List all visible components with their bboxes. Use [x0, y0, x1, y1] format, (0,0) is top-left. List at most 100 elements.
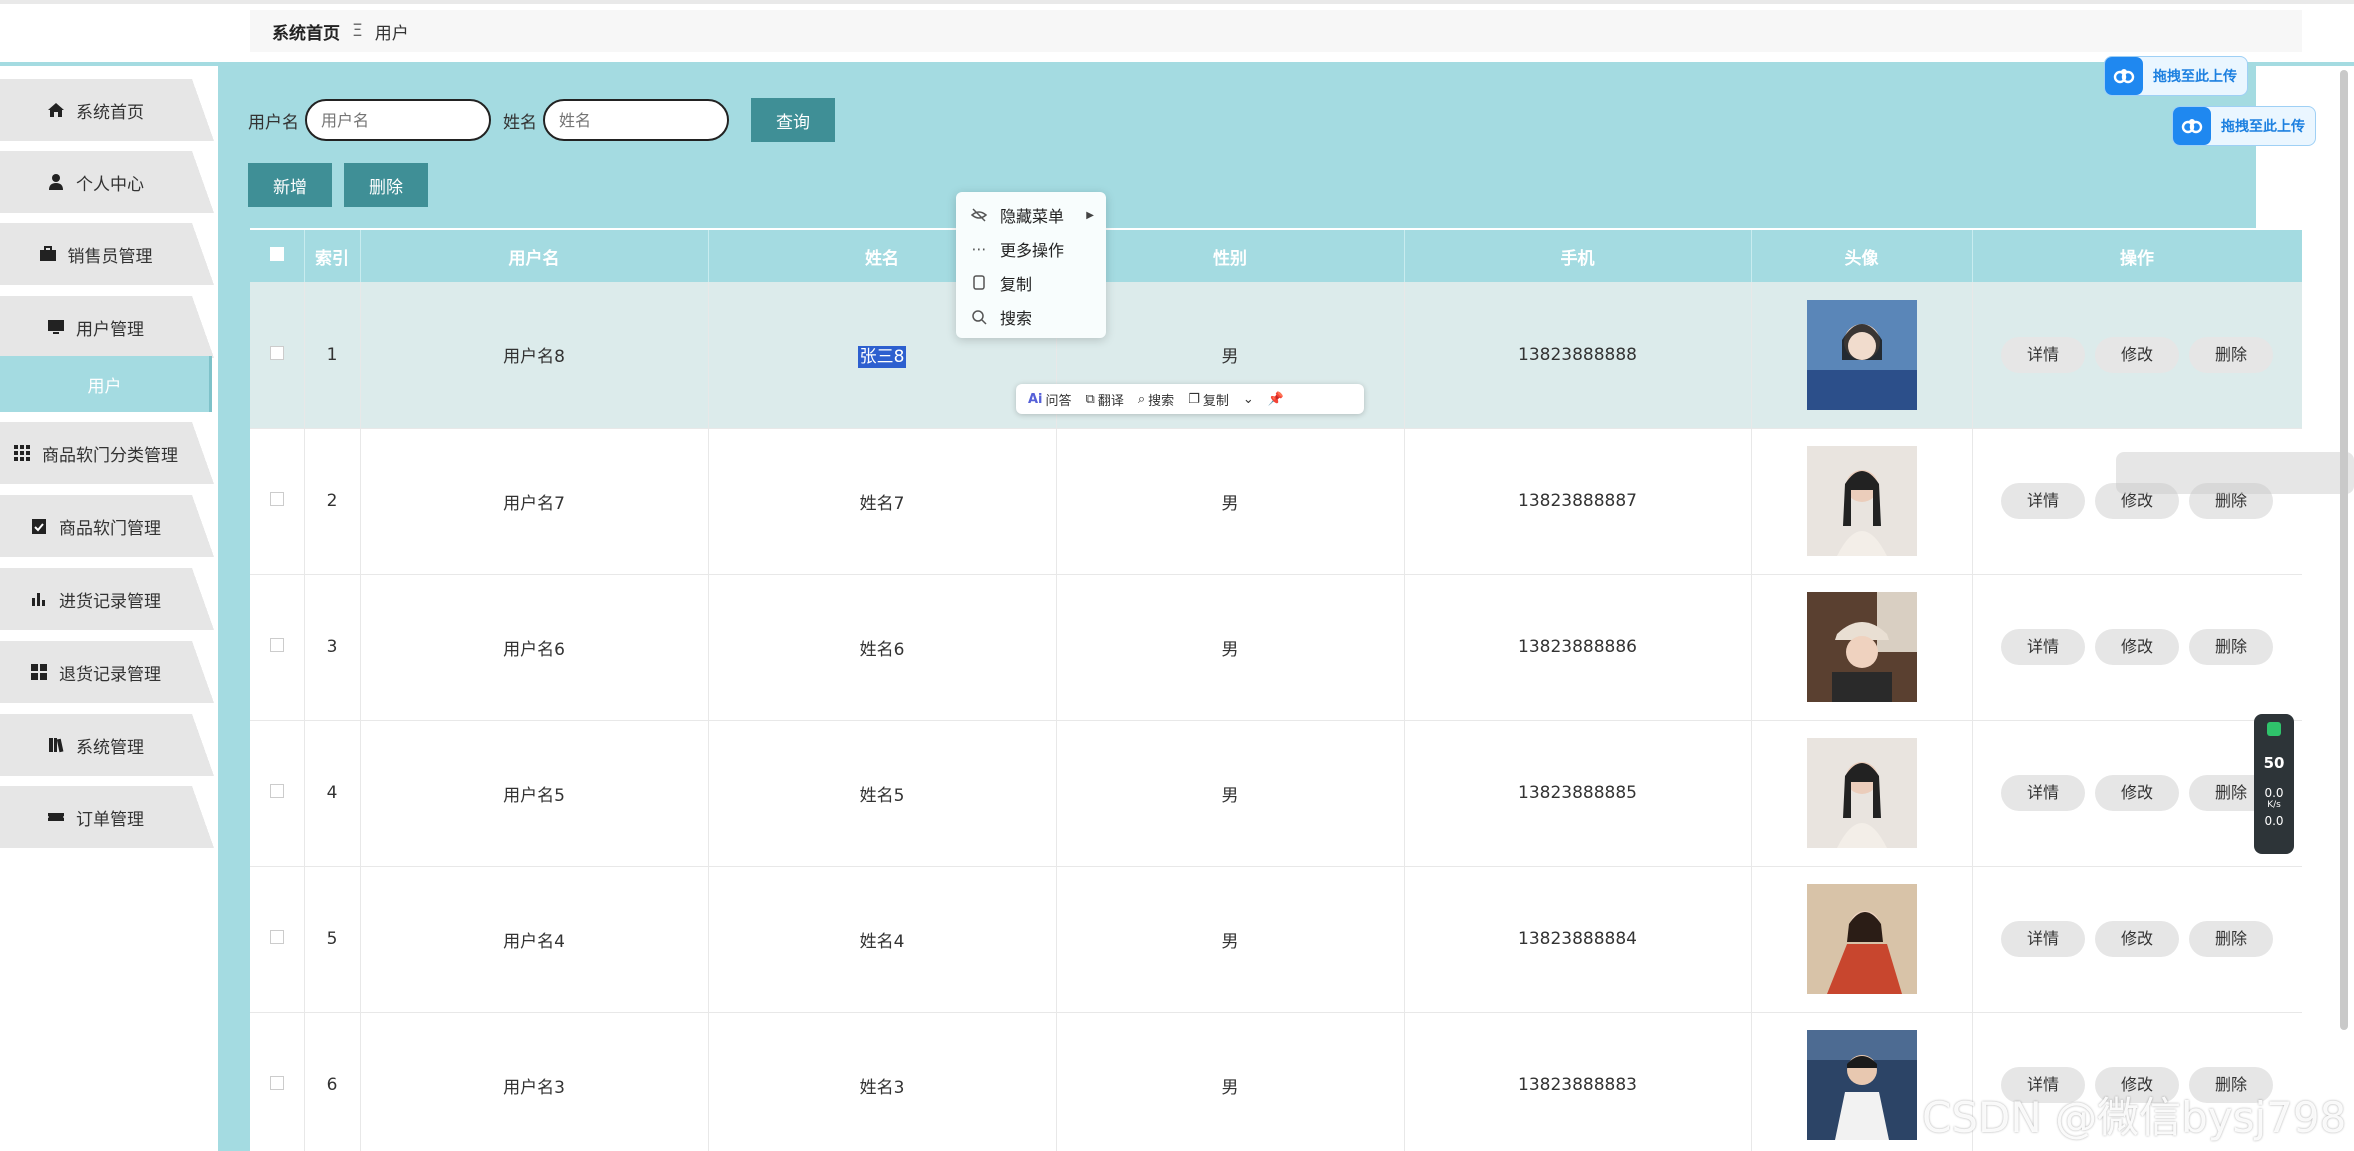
detail-button[interactable]: 详情 — [2001, 483, 2085, 519]
table-header: 索引 用户名 姓名 性别 手机 头像 操作 — [250, 230, 2302, 282]
ctx-item-copy[interactable]: 复制 — [956, 266, 1106, 300]
edit-button[interactable]: 修改 — [2095, 336, 2179, 373]
monitor-icon — [48, 320, 64, 334]
cell-gender: 男 — [1056, 1012, 1405, 1151]
edit-button[interactable]: 修改 — [2095, 629, 2179, 665]
cell-actions: 详情 修改 删除 — [1972, 866, 2302, 1013]
selected-text[interactable]: 张三8 — [857, 346, 907, 369]
cell-avatar — [1751, 866, 1973, 1013]
cell-name: 姓名7 — [708, 428, 1057, 575]
select-all-cell[interactable] — [250, 230, 305, 282]
chevron-down-icon[interactable]: ⌄ — [1243, 392, 1254, 407]
search-form: 用户名 姓名 查询 — [248, 98, 835, 142]
sidebar-item-users[interactable]: 用户管理 — [0, 296, 214, 358]
header-gender: 性别 — [1056, 230, 1405, 282]
submenu-arrow-icon: ▶ — [1086, 209, 1094, 221]
row-checkbox[interactable] — [269, 345, 284, 360]
header-actions: 操作 — [1972, 230, 2302, 282]
selection-toolbar: Ai 问答 ⧉ 翻译 ⌕ 搜索 ❐ 复制 ⌄ 📌 — [1016, 384, 1364, 414]
name-input[interactable] — [543, 99, 729, 141]
shield-icon — [2267, 722, 2281, 736]
avatar — [1806, 1030, 1917, 1140]
sidebar-item-sales[interactable]: 销售员管理 — [0, 223, 214, 285]
breadcrumb-home[interactable]: 系统首页 — [272, 19, 340, 44]
sidebar-item-product[interactable]: 商品软门管理 — [0, 495, 214, 557]
sidebar-item-product-category[interactable]: 商品软门分类管理 — [0, 422, 214, 484]
row-checkbox[interactable] — [269, 930, 284, 944]
avatar — [1806, 299, 1917, 410]
breadcrumb-current: 用户 — [374, 23, 409, 44]
sidebar-item-label: 进货记录管理 — [59, 591, 161, 612]
detail-button[interactable]: 详情 — [2001, 921, 2085, 957]
sidebar-item-purchase[interactable]: 进货记录管理 — [0, 568, 214, 630]
network-speed-widget[interactable]: 50 0.0 K/s 0.0 — [2254, 714, 2294, 854]
bar-chart-icon — [32, 593, 45, 606]
row-checkbox[interactable] — [269, 638, 284, 652]
ai-icon: Ai — [1028, 391, 1043, 407]
copy-button[interactable]: ❐ 复制 — [1188, 390, 1229, 409]
row-checkbox[interactable] — [269, 492, 284, 506]
breadcrumb-separator: Ξ — [352, 21, 363, 41]
copy-icon — [973, 275, 985, 290]
batch-delete-button[interactable]: 删除 — [344, 163, 428, 207]
edit-button[interactable]: 修改 — [2095, 775, 2179, 811]
table-row: 3 用户名6 姓名6 男 13823888886 详情 修改 删除 — [250, 574, 2302, 721]
name-label: 姓名 — [503, 112, 537, 133]
sidebar-item-orders[interactable]: 订单管理 — [0, 786, 214, 848]
content-left-strip — [218, 228, 250, 1151]
floating-tool-bar[interactable] — [2116, 452, 2354, 494]
cell-index: 2 — [304, 428, 361, 575]
ask-button[interactable]: Ai 问答 — [1028, 390, 1072, 409]
ctx-label: 复制 — [1000, 275, 1033, 294]
usage-percent: 50 — [2263, 754, 2285, 772]
avatar — [1806, 446, 1917, 556]
delete-button[interactable]: 删除 — [2189, 921, 2273, 957]
username-input[interactable] — [305, 99, 491, 141]
detail-button[interactable]: 详情 — [2001, 629, 2085, 665]
delete-button[interactable]: 删除 — [2189, 629, 2273, 665]
cell-name: 姓名3 — [708, 1012, 1057, 1151]
ctx-label: 隐藏菜单 — [1000, 207, 1065, 226]
grid-icon — [14, 445, 30, 461]
sidebar-item-label: 系统首页 — [76, 102, 144, 123]
ask-label: 问答 — [1045, 393, 1072, 409]
context-menu: 隐藏菜单 ▶ ⋯ 更多操作 复制 搜索 — [956, 192, 1106, 338]
sidebar-item-label: 退货记录管理 — [59, 664, 161, 685]
ctx-item-more[interactable]: ⋯ 更多操作 — [956, 232, 1106, 266]
detail-button[interactable]: 详情 — [2001, 336, 2085, 373]
delete-button[interactable]: 删除 — [2189, 336, 2273, 373]
upload-badge-secondary[interactable]: 拖拽至此上传 — [2172, 106, 2316, 146]
avatar — [1806, 738, 1917, 848]
cell-phone: 13823888888 — [1404, 282, 1752, 429]
edit-button[interactable]: 修改 — [2095, 921, 2179, 957]
search-button[interactable]: ⌕ 搜索 — [1138, 390, 1174, 409]
cell-username: 用户名3 — [360, 1012, 709, 1151]
sidebar-subitem-user[interactable]: 用户 — [0, 356, 212, 412]
sidebar-item-home[interactable]: 系统首页 — [0, 79, 214, 141]
sidebar-item-return[interactable]: 退货记录管理 — [0, 641, 214, 703]
watermark: CSDN @微信bysj798 — [1922, 1093, 2347, 1142]
briefcase-icon — [39, 246, 56, 261]
scrollbar[interactable] — [2340, 70, 2348, 1030]
cell-avatar — [1751, 574, 1973, 721]
ctx-item-hide-menu[interactable]: 隐藏菜单 ▶ — [956, 198, 1106, 232]
avatar — [1806, 592, 1917, 702]
cloud-icon — [2105, 57, 2143, 95]
sidebar-item-profile[interactable]: 个人中心 — [0, 151, 214, 213]
copy-label: 复制 — [1202, 393, 1229, 409]
download-speed: 0.0 — [2264, 814, 2284, 828]
pin-icon[interactable]: 📌 — [1268, 392, 1284, 407]
add-button[interactable]: 新增 — [248, 163, 332, 207]
top-border — [0, 0, 2354, 4]
sidebar-item-system[interactable]: 系统管理 — [0, 714, 214, 776]
row-checkbox[interactable] — [269, 1076, 284, 1090]
ctx-item-search[interactable]: 搜索 — [956, 300, 1106, 334]
upload-badge[interactable]: 拖拽至此上传 — [2104, 56, 2248, 96]
table-row: 4 用户名5 姓名5 男 13823888885 详情 修改 删除 — [250, 720, 2302, 867]
translate-button[interactable]: ⧉ 翻译 — [1086, 390, 1124, 409]
detail-button[interactable]: 详情 — [2001, 775, 2085, 811]
select-all-checkbox[interactable] — [269, 247, 284, 261]
cell-index: 5 — [304, 866, 361, 1013]
row-checkbox[interactable] — [269, 784, 284, 798]
query-button[interactable]: 查询 — [751, 98, 835, 142]
